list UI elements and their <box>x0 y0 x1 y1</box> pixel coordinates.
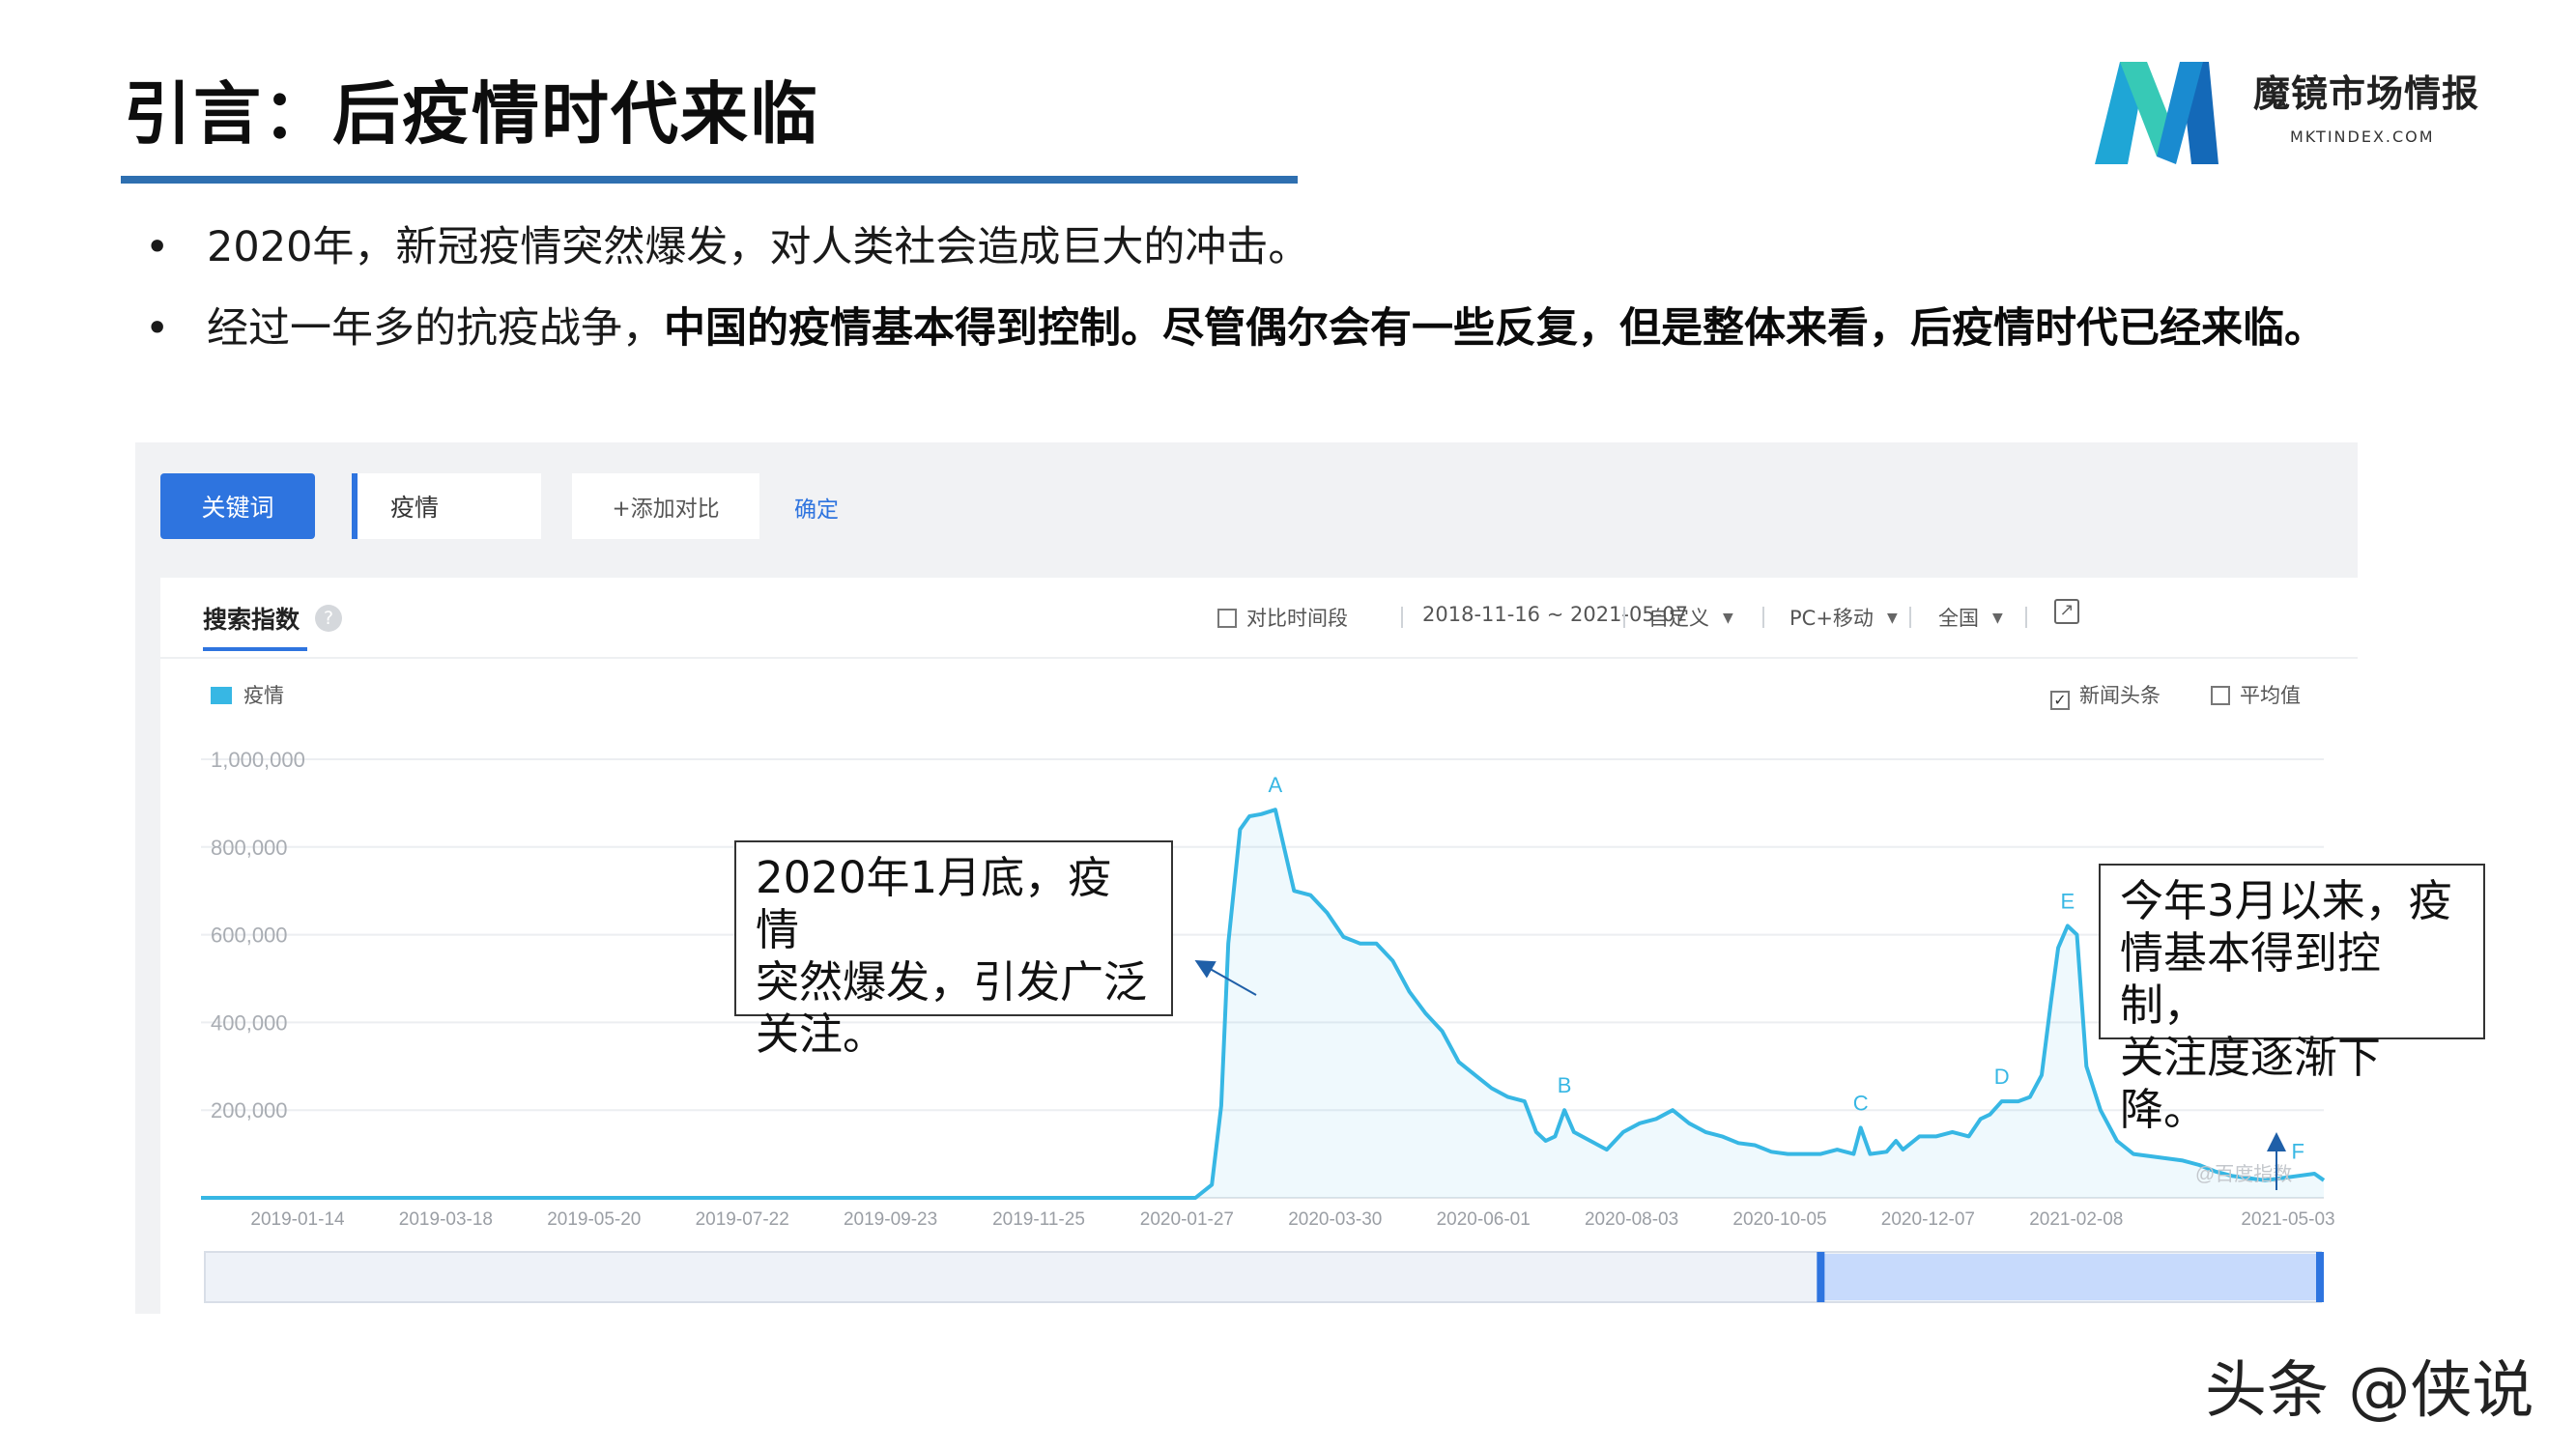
arrow-left <box>1194 960 1257 996</box>
toutiao-watermark: 头条 @侠说 <box>2205 1355 2534 1427</box>
callout-arrows <box>1194 960 2286 1190</box>
